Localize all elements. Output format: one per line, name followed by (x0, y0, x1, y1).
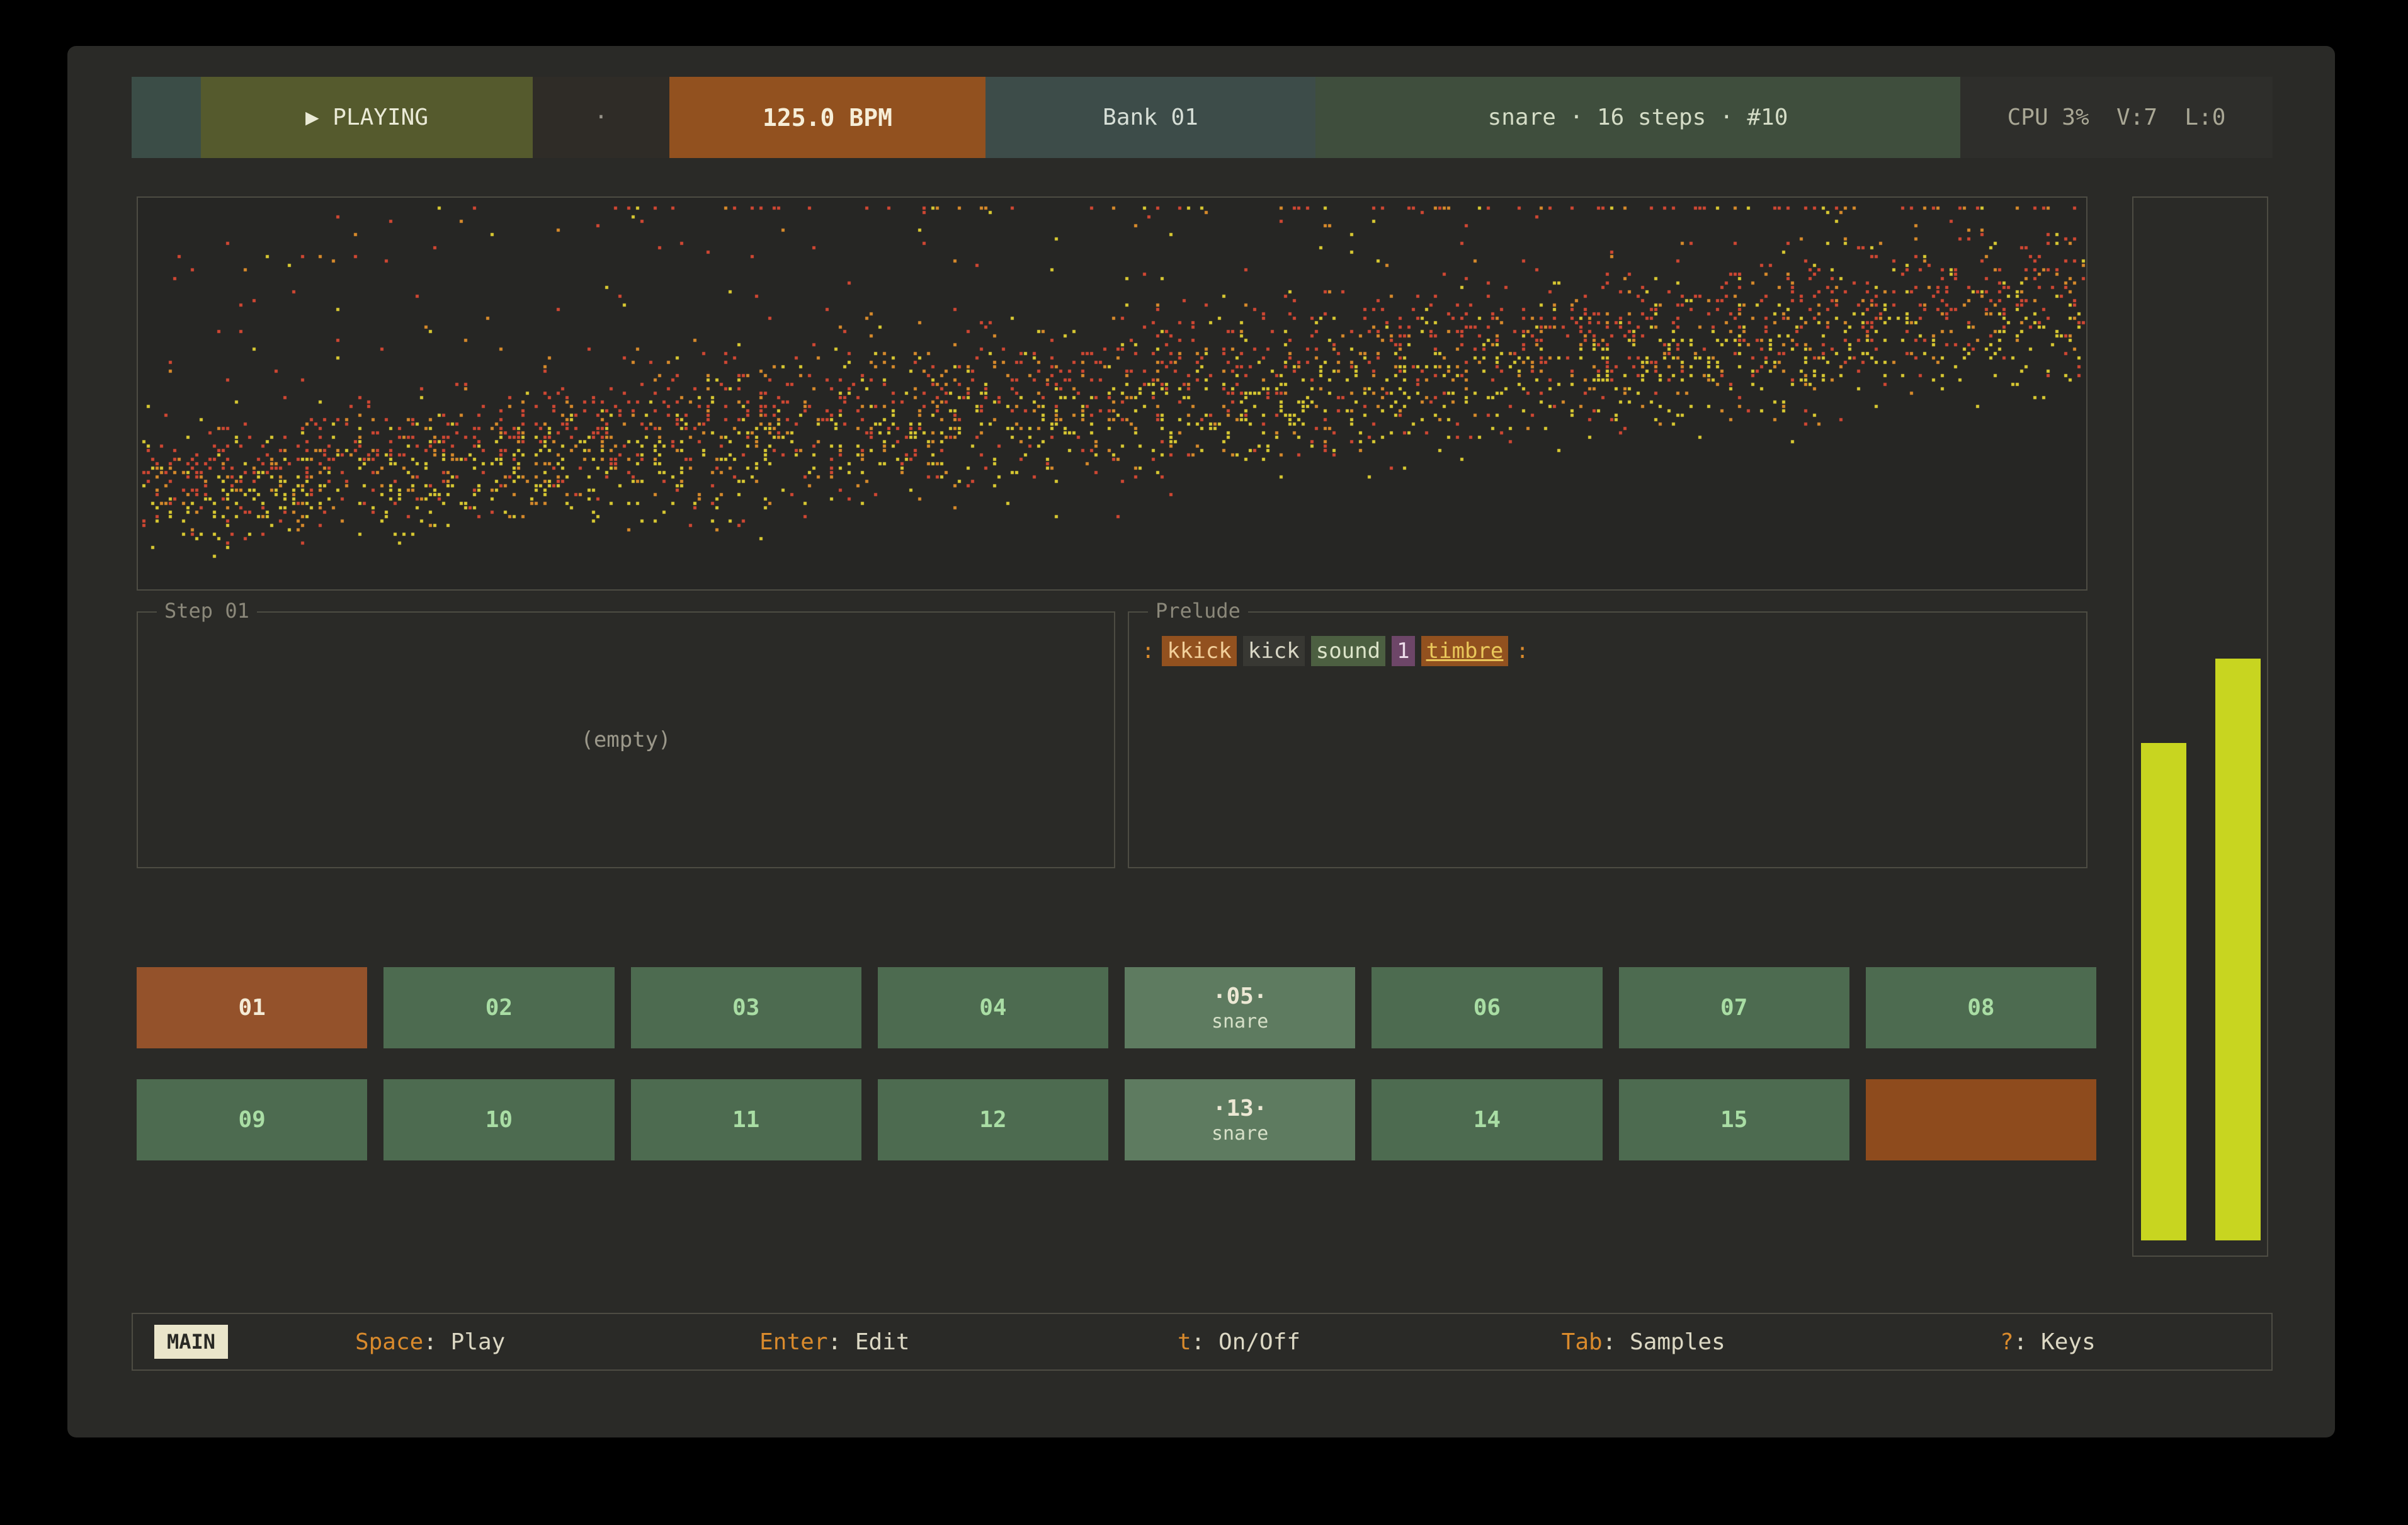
code-token-kick: kick (1243, 636, 1305, 666)
step-cell-label: 01 (238, 995, 265, 1021)
separator-dot: · (594, 105, 608, 130)
sample-visualizer-canvas (138, 198, 2086, 589)
step-cell-13[interactable]: ·13· snare (1125, 1079, 1355, 1160)
step-cell-label: 02 (486, 995, 513, 1021)
code-token-kkick: kkick (1162, 636, 1236, 666)
step-cell-15[interactable]: 15 (1619, 1079, 1849, 1160)
step-cell-04[interactable]: 04 (878, 967, 1108, 1048)
level-meter-panel (2132, 196, 2268, 1257)
step-cell-label: ·13· (1213, 1096, 1268, 1121)
hint-action: : Keys (2014, 1329, 2096, 1355)
level-meter-left (2141, 743, 2186, 1240)
bank-display[interactable]: Bank 01 (985, 77, 1315, 158)
code-token-colon-close: : (1514, 636, 1530, 666)
step-cell-label: 08 (1967, 995, 1994, 1021)
code-token-timbre: timbre (1421, 636, 1509, 666)
hint-samples: Tab: Samples (1441, 1329, 1846, 1355)
bpm-display[interactable]: 125.0 BPM (669, 77, 985, 158)
step-cell-label: 03 (732, 995, 759, 1021)
step-cell-05[interactable]: ·05· snare (1125, 967, 1355, 1048)
step-cell-08[interactable]: 08 (1866, 967, 2096, 1048)
step-cell-sample-name: snare (1212, 1123, 1268, 1145)
step-cell-label: 14 (1474, 1107, 1501, 1133)
step-cell-sample-name: snare (1212, 1011, 1268, 1033)
hint-onoff: t: On/Off (1036, 1329, 1441, 1355)
step-cell-label: 11 (732, 1107, 759, 1133)
bank-label: Bank 01 (1103, 105, 1198, 130)
topbar: ▶ PLAYING · 125.0 BPM Bank 01 snare · 16… (132, 77, 2273, 158)
step-cell-label: ·05· (1213, 984, 1268, 1009)
step-cell-03[interactable]: 03 (631, 967, 861, 1048)
code-token-colon-open: : (1140, 636, 1156, 666)
prelude-panel-title: Prelude (1148, 599, 1248, 623)
system-stats: CPU 3% V:7 L:0 (1960, 77, 2273, 158)
step-cell-02[interactable]: 02 (383, 967, 614, 1048)
hint-key: ? (2000, 1329, 2014, 1355)
step-cell-07[interactable]: 07 (1619, 967, 1849, 1048)
step-grid: 01 02 03 04 ·05· snare 06 07 08 09 10 (137, 967, 2096, 1160)
step-cell-label: 12 (979, 1107, 1006, 1133)
step-cell-12[interactable]: 12 (878, 1079, 1108, 1160)
step-cell-11[interactable]: 11 (631, 1079, 861, 1160)
step-cell-label: 04 (979, 995, 1006, 1021)
track-info: snare · 16 steps · #10 (1315, 77, 1960, 158)
hint-key: t (1178, 1329, 1191, 1355)
step-detail-panel: Step 01 (empty) (137, 611, 1115, 868)
step-cell-10[interactable]: 10 (383, 1079, 614, 1160)
transport-status[interactable]: ▶ PLAYING (201, 77, 533, 158)
hint-action: : Edit (828, 1329, 910, 1355)
step-panel-title: Step 01 (157, 599, 257, 623)
hint-keys: ?: Keys (1846, 1329, 2250, 1355)
track-info-label: snare · 16 steps · #10 (1488, 105, 1788, 130)
separator-segment: · (533, 77, 669, 158)
step-cell-14[interactable]: 14 (1372, 1079, 1602, 1160)
step-cell-label: 09 (238, 1107, 265, 1133)
bpm-value: 125.0 BPM (763, 104, 892, 132)
code-token-1: 1 (1392, 636, 1414, 666)
hint-play: Space: Play (228, 1329, 632, 1355)
hint-key: Space (355, 1329, 423, 1355)
step-cell-label: 15 (1720, 1107, 1747, 1133)
hint-key: Enter (759, 1329, 827, 1355)
hint-edit: Enter: Edit (632, 1329, 1036, 1355)
system-stats-label: CPU 3% V:7 L:0 (2008, 105, 2226, 130)
sample-visualizer-panel (137, 196, 2087, 591)
accent-block (132, 77, 201, 158)
hint-action: : On/Off (1191, 1329, 1300, 1355)
step-cell-label: 07 (1720, 995, 1747, 1021)
hint-action: : Samples (1603, 1329, 1725, 1355)
transport-status-label: ▶ PLAYING (305, 105, 428, 130)
step-cell-01[interactable]: 01 (137, 967, 367, 1048)
mode-badge: MAIN (154, 1325, 228, 1359)
app-window: ▶ PLAYING · 125.0 BPM Bank 01 snare · 16… (67, 46, 2335, 1437)
step-cell-label: 06 (1474, 995, 1501, 1021)
step-empty-label: (empty) (581, 727, 671, 752)
prelude-panel: Prelude :kkickkicksound1timbre: (1128, 611, 2087, 868)
code-token-sound: sound (1311, 636, 1385, 666)
level-meter-right (2215, 659, 2261, 1240)
step-cell-16[interactable] (1866, 1079, 2096, 1160)
step-cell-09[interactable]: 09 (137, 1079, 367, 1160)
step-cell-06[interactable]: 06 (1372, 967, 1602, 1048)
prelude-code-line[interactable]: :kkickkicksound1timbre: (1140, 635, 2074, 667)
status-bar: MAIN Space: Play Enter: Edit t: On/Off T… (132, 1313, 2273, 1371)
hint-action: : Play (423, 1329, 505, 1355)
step-cell-label: 10 (486, 1107, 513, 1133)
hint-key: Tab (1562, 1329, 1603, 1355)
